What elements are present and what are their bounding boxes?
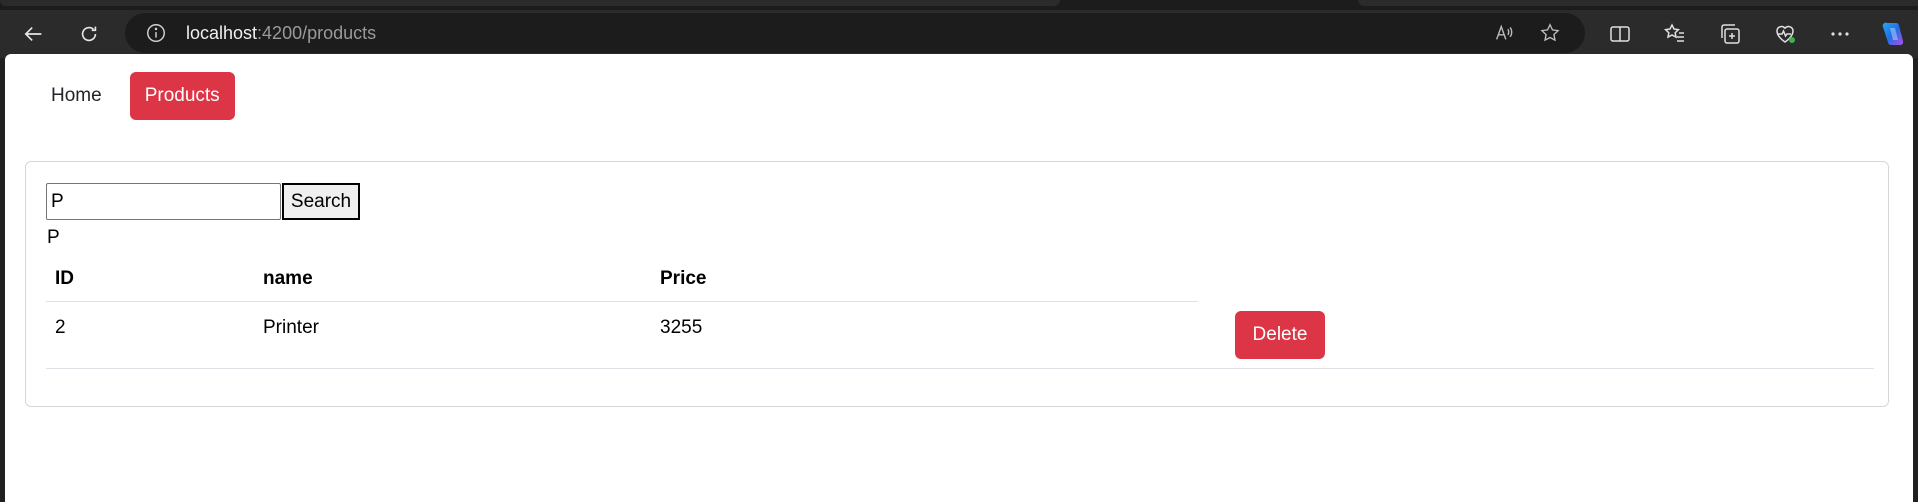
browser-tab[interactable] (1358, 0, 1918, 6)
url-host: localhost (186, 23, 258, 43)
url-text[interactable]: localhost:4200/products (186, 13, 376, 53)
more-icon[interactable] (1828, 22, 1852, 46)
url-path: :4200/products (257, 23, 377, 43)
nav-home-link[interactable]: Home (33, 72, 120, 120)
cell-name: Printer (263, 317, 319, 338)
delete-button[interactable]: Delete (1235, 311, 1325, 359)
header-price: Price (660, 268, 707, 289)
header-name: name (263, 268, 313, 289)
header-id: ID (55, 268, 74, 289)
cell-price: 3255 (660, 317, 703, 338)
browser-toolbar: localhost:4200/products (0, 10, 1918, 58)
search-button[interactable]: Search (282, 183, 360, 220)
address-bar[interactable]: localhost:4200/products (125, 13, 1585, 53)
read-aloud-icon[interactable] (1493, 22, 1515, 44)
back-arrow-icon[interactable] (16, 16, 52, 52)
search-input[interactable] (46, 183, 281, 220)
search-row: Search (46, 183, 360, 220)
products-card: Search P ID name Price 2 Printer 3255 De… (25, 161, 1889, 407)
cell-id: 2 (55, 317, 66, 338)
browser-essentials-icon[interactable] (1773, 22, 1797, 46)
search-term-echo: P (47, 227, 60, 248)
favorites-list-icon[interactable] (1663, 22, 1687, 46)
collections-icon[interactable] (1718, 22, 1742, 46)
copilot-icon[interactable] (1879, 20, 1907, 48)
star-icon[interactable] (1539, 22, 1561, 44)
browser-tab[interactable] (0, 0, 1060, 6)
page-viewport: Home Products Search P ID name Price 2 P… (5, 54, 1913, 502)
row-divider (46, 368, 1874, 369)
products-table: ID name Price 2 Printer 3255 Delete (46, 255, 1874, 369)
table-row: 2 Printer 3255 Delete (46, 302, 1874, 369)
nav-products-link[interactable]: Products (129, 72, 235, 120)
app-nav: Home Products (33, 72, 235, 120)
table-header: ID name Price (46, 255, 1874, 302)
browser-tab-strip (0, 0, 1918, 10)
info-icon[interactable] (145, 22, 167, 44)
split-screen-icon[interactable] (1608, 22, 1632, 46)
refresh-icon[interactable] (71, 16, 107, 52)
